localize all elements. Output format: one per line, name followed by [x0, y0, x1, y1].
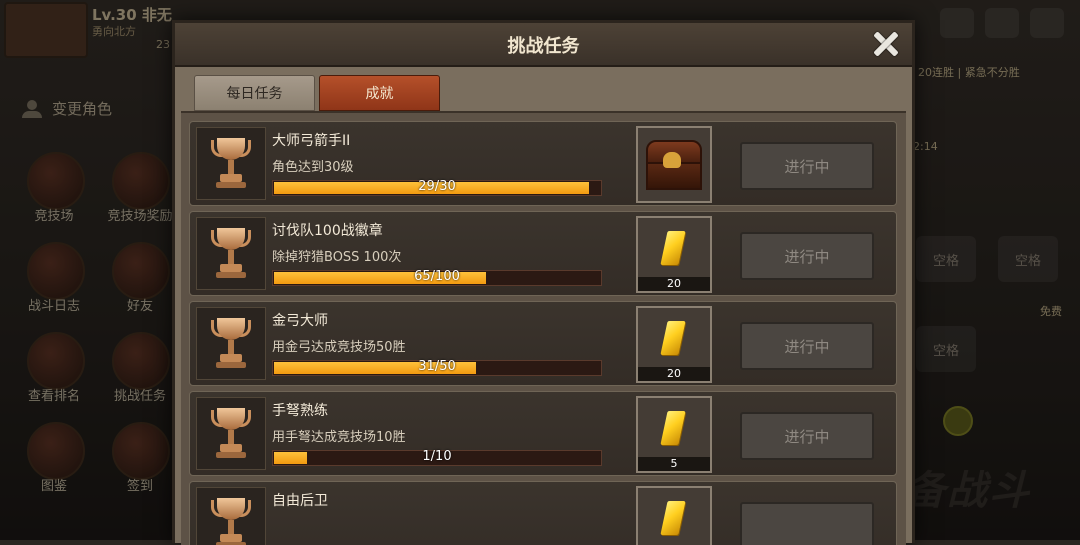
trophy-frame	[196, 307, 266, 380]
achievement-row: 大师弓箭手II 角色达到30级 29/30 进行中	[189, 121, 897, 206]
achievement-row: 金弓大师 用金弓达成竞技场50胜 31/50 20 进行中	[189, 301, 897, 386]
tab-daily-tasks[interactable]: 每日任务	[194, 75, 315, 111]
achievement-row: 手弩熟练 用手弩达成竞技场10胜 1/10 5 进行中	[189, 391, 897, 476]
battle-text: 备战斗	[905, 468, 1031, 514]
ranking-icon[interactable]	[27, 332, 85, 390]
trophy-icon	[211, 228, 251, 280]
player-server: 勇向北方	[92, 25, 136, 38]
achievement-list[interactable]: 大师弓箭手II 角色达到30级 29/30 进行中 讨伐队100战徽章 除掉狩猎…	[181, 111, 906, 545]
achievement-row: 自由后卫	[189, 481, 897, 545]
chat-icon[interactable]	[985, 8, 1019, 38]
gold-bar-icon	[660, 411, 686, 445]
gear-icon[interactable]	[1030, 8, 1064, 38]
tab-bar: 每日任务 成就	[194, 75, 440, 111]
player-avatar[interactable]	[4, 2, 88, 58]
in-progress-button[interactable]: 进行中	[740, 142, 874, 190]
achievement-desc: 用手弩达成竞技场10胜	[272, 430, 406, 445]
progress-bar: 31/50	[272, 359, 602, 376]
achievement-name: 讨伐队100战徽章	[272, 223, 383, 239]
codex-icon[interactable]	[27, 422, 85, 480]
achievement-desc: 除掉狩猎BOSS 100次	[272, 250, 402, 265]
arena-reward-icon[interactable]	[112, 152, 170, 210]
close-icon[interactable]	[868, 26, 904, 62]
right-info: 20连胜 | 紧急不分胜	[918, 66, 1020, 79]
tab-achievements[interactable]: 成就	[319, 75, 440, 111]
challenge-task-dialog: 挑战任务 每日任务 成就 大师弓箭手II 角色达到30级 29/30 进行中 讨…	[172, 20, 915, 545]
dialog-header: 挑战任务	[175, 23, 912, 67]
gold-bar-icon	[660, 501, 686, 535]
reward-slot[interactable]	[636, 126, 712, 203]
friends-icon[interactable]	[112, 242, 170, 300]
switch-role-label: 变更角色	[52, 100, 113, 118]
side-menu-label: 战斗日志	[27, 299, 80, 314]
reward-slot[interactable]: 5	[636, 396, 712, 473]
side-menu-label: 查看排名	[27, 389, 80, 404]
mail-icon[interactable]	[940, 8, 974, 38]
trophy-icon	[211, 318, 251, 370]
empty-slot[interactable]: 空格	[998, 236, 1058, 282]
reward-count: 20	[638, 367, 710, 381]
empty-slot[interactable]: 空格	[916, 326, 976, 372]
in-progress-button[interactable]: 进行中	[740, 412, 874, 460]
in-progress-button[interactable]: 进行中	[740, 322, 874, 370]
progress-bar: 29/30	[272, 179, 602, 196]
progress-bar: 65/100	[272, 269, 602, 286]
progress-text: 65/100	[414, 269, 460, 284]
treasure-chest-icon	[646, 138, 702, 190]
battle-log-icon[interactable]	[27, 242, 85, 300]
side-menu-label: 竞技场	[34, 209, 74, 224]
gold-bar-icon	[660, 321, 686, 355]
achievement-name: 自由后卫	[272, 493, 328, 509]
achievement-desc: 角色达到30级	[272, 160, 354, 175]
coin-icon	[943, 406, 973, 436]
achievement-desc: 用金弓达成竞技场50胜	[272, 340, 406, 355]
reward-slot[interactable]: 20	[636, 306, 712, 383]
reward-slot[interactable]	[636, 486, 712, 545]
achievement-name: 手弩熟练	[272, 403, 328, 419]
challenge-task-icon[interactable]	[112, 332, 170, 390]
reward-count: 20	[638, 277, 710, 291]
in-progress-button[interactable]	[740, 502, 874, 545]
achievement-name: 金弓大师	[272, 313, 328, 329]
reward-count: 5	[638, 457, 710, 471]
achievement-name: 大师弓箭手II	[272, 133, 351, 149]
achievement-row: 讨伐队100战徽章 除掉狩猎BOSS 100次 65/100 20 进行中	[189, 211, 897, 296]
progress-bar: 1/10	[272, 449, 602, 466]
free-label: 免费	[1040, 305, 1062, 318]
trophy-icon	[211, 138, 251, 190]
progress-text: 31/50	[418, 359, 456, 374]
in-progress-button[interactable]: 进行中	[740, 232, 874, 280]
gold-bar-icon	[660, 231, 686, 265]
progress-text: 29/30	[418, 179, 456, 194]
reward-slot[interactable]: 20	[636, 216, 712, 293]
player-number: 23	[156, 38, 170, 51]
trophy-icon	[211, 408, 251, 460]
arena-icon[interactable]	[27, 152, 85, 210]
empty-slot[interactable]: 空格	[916, 236, 976, 282]
dialog-title: 挑战任务	[507, 36, 580, 57]
side-menu-label: 图鉴	[40, 479, 67, 494]
trophy-frame	[196, 217, 266, 290]
trophy-frame	[196, 487, 266, 545]
user-icon	[22, 99, 44, 118]
trophy-frame	[196, 397, 266, 470]
switch-role-button[interactable]: 变更角色	[22, 98, 112, 119]
trophy-frame	[196, 127, 266, 200]
trophy-icon	[211, 498, 251, 545]
sign-in-icon[interactable]	[112, 422, 170, 480]
progress-text: 1/10	[422, 449, 452, 464]
player-level: Lv.30 非无	[92, 6, 172, 24]
